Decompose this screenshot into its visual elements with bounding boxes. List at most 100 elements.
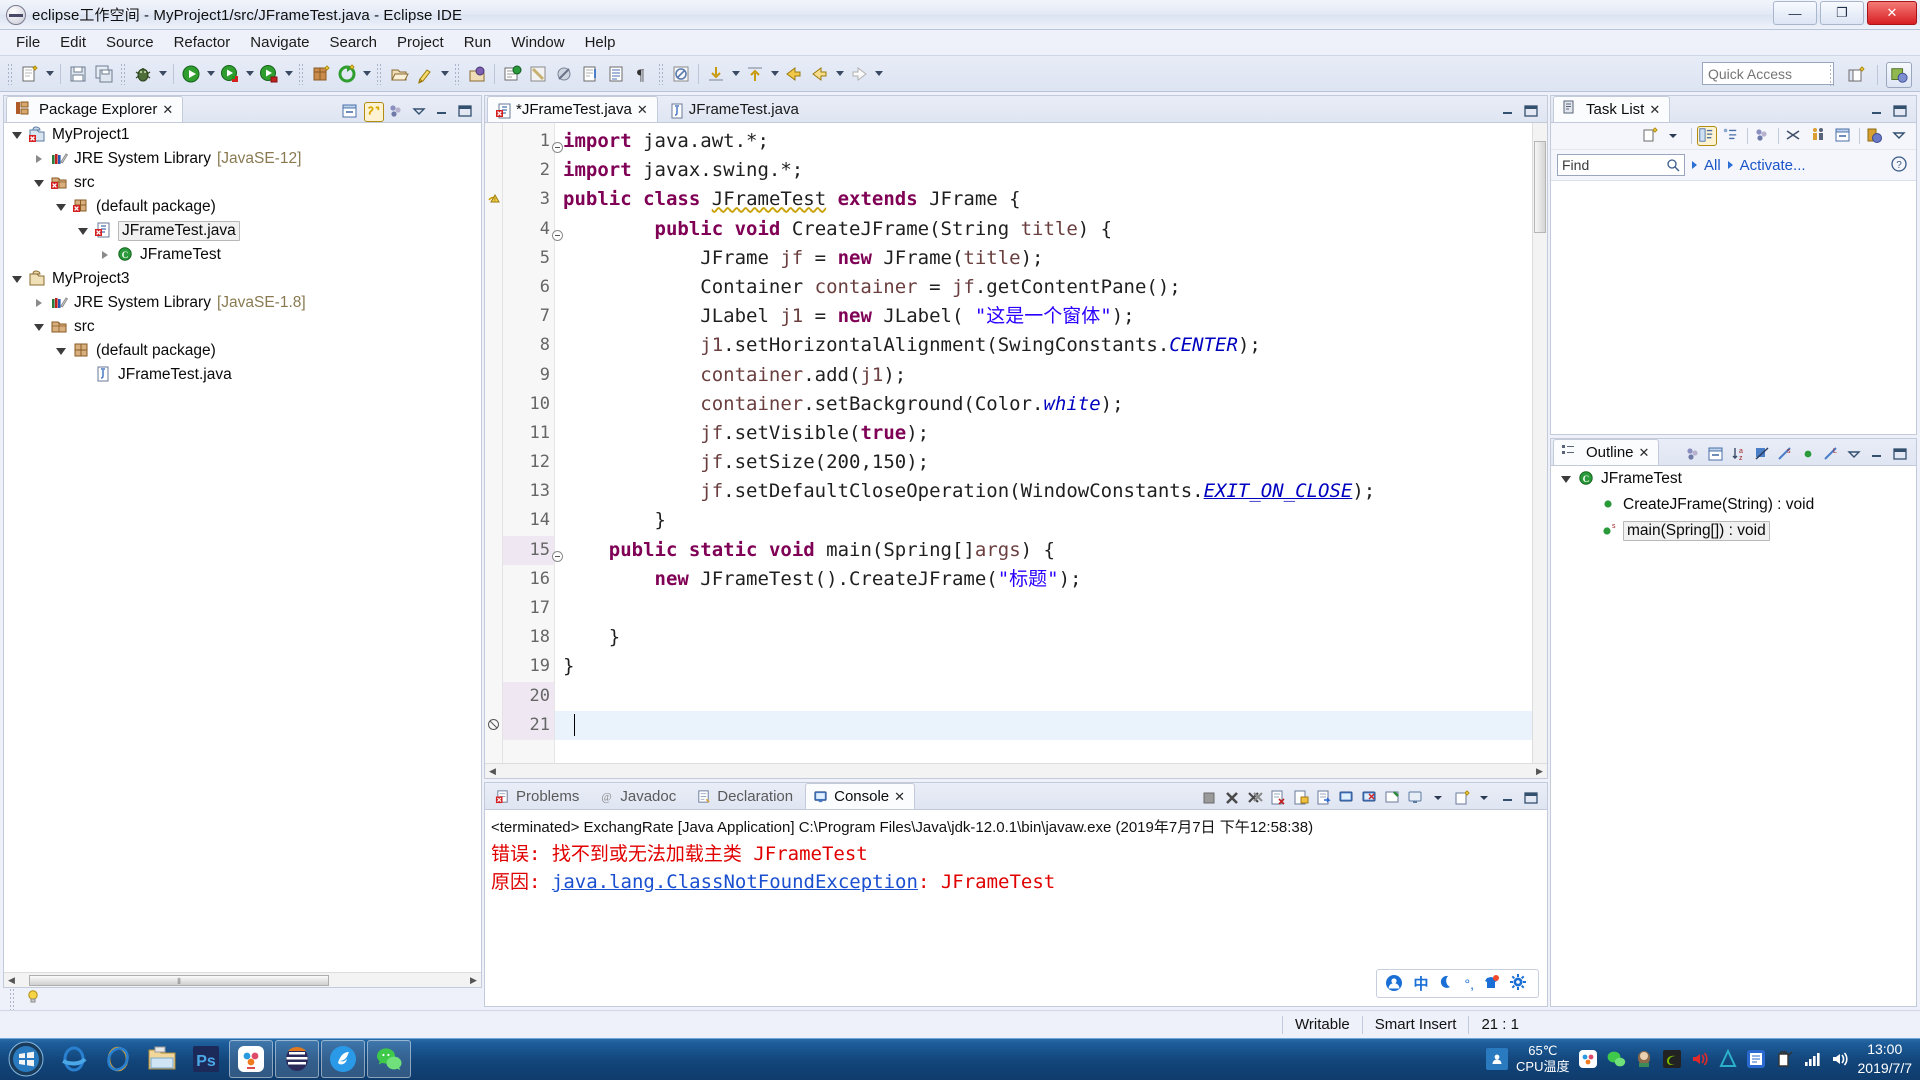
menu-item-source[interactable]: Source — [96, 31, 164, 54]
error-marker-icon[interactable] — [487, 718, 500, 735]
warning-marker-icon[interactable]: ! — [486, 191, 502, 211]
minimize-icon[interactable] — [1868, 102, 1888, 122]
twisty-open-icon[interactable] — [76, 224, 90, 238]
code-line[interactable]: } — [555, 652, 1532, 681]
driver-icon[interactable] — [1746, 1049, 1766, 1069]
hide-local-icon[interactable]: L — [1822, 445, 1842, 465]
scroll-left-icon[interactable]: ◀ — [485, 765, 500, 778]
editor-tab-2[interactable]: JFrameTest.java — [660, 96, 809, 122]
close-icon[interactable]: ✕ — [637, 102, 648, 118]
network-icon[interactable] — [1802, 1049, 1822, 1069]
open-console-icon[interactable] — [1453, 789, 1473, 809]
code-line[interactable]: public class JFrameTest extends JFrame { — [555, 185, 1532, 214]
maximize-icon[interactable] — [1522, 102, 1542, 122]
close-icon[interactable]: ✕ — [1649, 102, 1660, 118]
console-tab-problems[interactable]: Problems — [487, 783, 589, 809]
tree-row[interactable]: JFrameTest.java — [4, 219, 481, 243]
minimize-icon[interactable] — [1868, 445, 1888, 465]
dropdown-icon[interactable] — [1666, 126, 1686, 146]
console-tab-javadoc[interactable]: @ Javadoc — [591, 783, 686, 809]
editor-hscrollbar[interactable]: ◀ ▶ — [485, 763, 1547, 778]
tree-row[interactable]: C JFrameTest — [1551, 466, 1916, 492]
code-line[interactable]: container.add(j1); — [555, 361, 1532, 390]
package-explorer-tree[interactable]: MyProject1 JRE System Library [JavaSE-12] s… — [4, 123, 481, 972]
console-tab-declaration[interactable]: Declaration — [688, 783, 803, 809]
editor-marker-bar[interactable]: ! — [485, 123, 503, 763]
code-line[interactable]: } — [555, 506, 1532, 535]
scroll-right-icon[interactable]: ▶ — [466, 974, 481, 987]
maximize-button[interactable]: ❐ — [1820, 1, 1864, 25]
search-icon[interactable] — [412, 61, 438, 87]
collapse-all-icon[interactable] — [341, 102, 361, 122]
package-explorer-hscrollbar[interactable]: ◀ ⦀ ▶ — [4, 972, 481, 987]
dropdown-icon[interactable] — [1430, 789, 1450, 809]
debug-dropdown-icon[interactable] — [156, 61, 169, 87]
show-whitespace-icon[interactable] — [603, 61, 629, 87]
focus-icon[interactable] — [1684, 445, 1704, 465]
code-line[interactable] — [555, 682, 1532, 711]
tab-task-list[interactable]: Task List ✕ — [1553, 96, 1671, 122]
code-line[interactable]: Container container = jf.getContentPane(… — [555, 273, 1532, 302]
help-icon[interactable]: ? — [1890, 155, 1910, 175]
open-editor-icon[interactable] — [577, 61, 603, 87]
task-find-input[interactable]: Find — [1557, 154, 1685, 176]
back-history-icon[interactable] — [807, 61, 833, 87]
editor-vscrollbar[interactable] — [1532, 123, 1547, 763]
nvidia-icon[interactable] — [1662, 1049, 1682, 1069]
task-activate-link[interactable]: Activate... — [1740, 157, 1806, 174]
toolbar-grip[interactable] — [7, 62, 14, 85]
open-type-icon[interactable] — [386, 61, 412, 87]
maximize-icon[interactable] — [1522, 789, 1542, 809]
code-line[interactable]: public static void main(Spring[]args) { — [555, 536, 1532, 565]
windows-start-orb[interactable] — [0, 1039, 52, 1079]
skip-breakpoints-icon[interactable] — [551, 61, 577, 87]
tree-row[interactable]: C JFrameTest — [4, 243, 481, 267]
new-java-package-icon[interactable] — [308, 61, 334, 87]
ime-status-bar[interactable]: 中 °, — [1376, 969, 1539, 998]
tree-row[interactable]: (default package) — [4, 339, 481, 363]
console-exception-link[interactable]: java.lang.ClassNotFoundException — [552, 871, 918, 893]
code-line[interactable]: jf.setVisible(true); — [555, 419, 1532, 448]
external-tools-dropdown-icon[interactable] — [360, 61, 373, 87]
scroll-lock-icon[interactable] — [1292, 789, 1312, 809]
quick-access-input[interactable] — [1702, 62, 1834, 85]
moon-icon[interactable] — [1437, 974, 1457, 994]
twisty-closed-icon[interactable] — [32, 296, 46, 310]
close-icon[interactable]: ✕ — [1639, 445, 1650, 461]
view-menu-dots-icon[interactable] — [387, 102, 407, 122]
forward-dropdown-icon[interactable] — [872, 61, 885, 87]
twisty-closed-icon[interactable] — [32, 152, 46, 166]
minimize-icon[interactable] — [433, 102, 453, 122]
all-expander-icon[interactable] — [1692, 161, 1697, 169]
tree-row[interactable]: src — [4, 171, 481, 195]
task-filter-all[interactable]: All — [1704, 157, 1721, 174]
photoshop-icon[interactable]: Ps — [184, 1040, 228, 1078]
run-coverage-dropdown-icon[interactable] — [282, 61, 295, 87]
menu-item-file[interactable]: File — [6, 31, 50, 54]
menu-item-edit[interactable]: Edit — [50, 31, 96, 54]
qq-tray-icon[interactable] — [1634, 1049, 1654, 1069]
minimize-icon[interactable] — [1499, 789, 1519, 809]
code-line[interactable]: JFrame jf = new JFrame(title); — [555, 244, 1532, 273]
new-wizard-dropdown-icon[interactable] — [43, 61, 56, 87]
code-line[interactable]: jf.setDefaultCloseOperation(WindowConsta… — [555, 477, 1532, 506]
tree-row[interactable]: MyProject3 — [4, 267, 481, 291]
tree-row[interactable]: CreateJFrame(String) : void — [1551, 492, 1916, 518]
tab-package-explorer[interactable]: Package Explorer ✕ — [6, 96, 184, 122]
display-selected-console-icon[interactable] — [1407, 789, 1427, 809]
terminate-icon[interactable] — [1200, 789, 1220, 809]
code-line[interactable] — [555, 594, 1532, 623]
browser-icon[interactable] — [321, 1040, 365, 1078]
scroll-left-icon[interactable]: ◀ — [4, 974, 19, 987]
no-entry-icon[interactable] — [668, 61, 694, 87]
menu-item-search[interactable]: Search — [319, 31, 387, 54]
next-member-icon[interactable] — [703, 61, 729, 87]
task-list-content[interactable] — [1551, 181, 1916, 434]
code-line[interactable]: new JFrameTest().CreateJFrame("标题"); — [555, 565, 1532, 594]
twisty-open-icon[interactable] — [32, 176, 46, 190]
view-menu-icon[interactable] — [410, 102, 430, 122]
toggle-mark-occurrences-icon[interactable] — [525, 61, 551, 87]
tree-row[interactable]: MyProject1 — [4, 123, 481, 147]
taskbar-clock[interactable]: 13:00 2019/7/7 — [1858, 1040, 1913, 1078]
wechat-icon[interactable] — [367, 1040, 411, 1078]
